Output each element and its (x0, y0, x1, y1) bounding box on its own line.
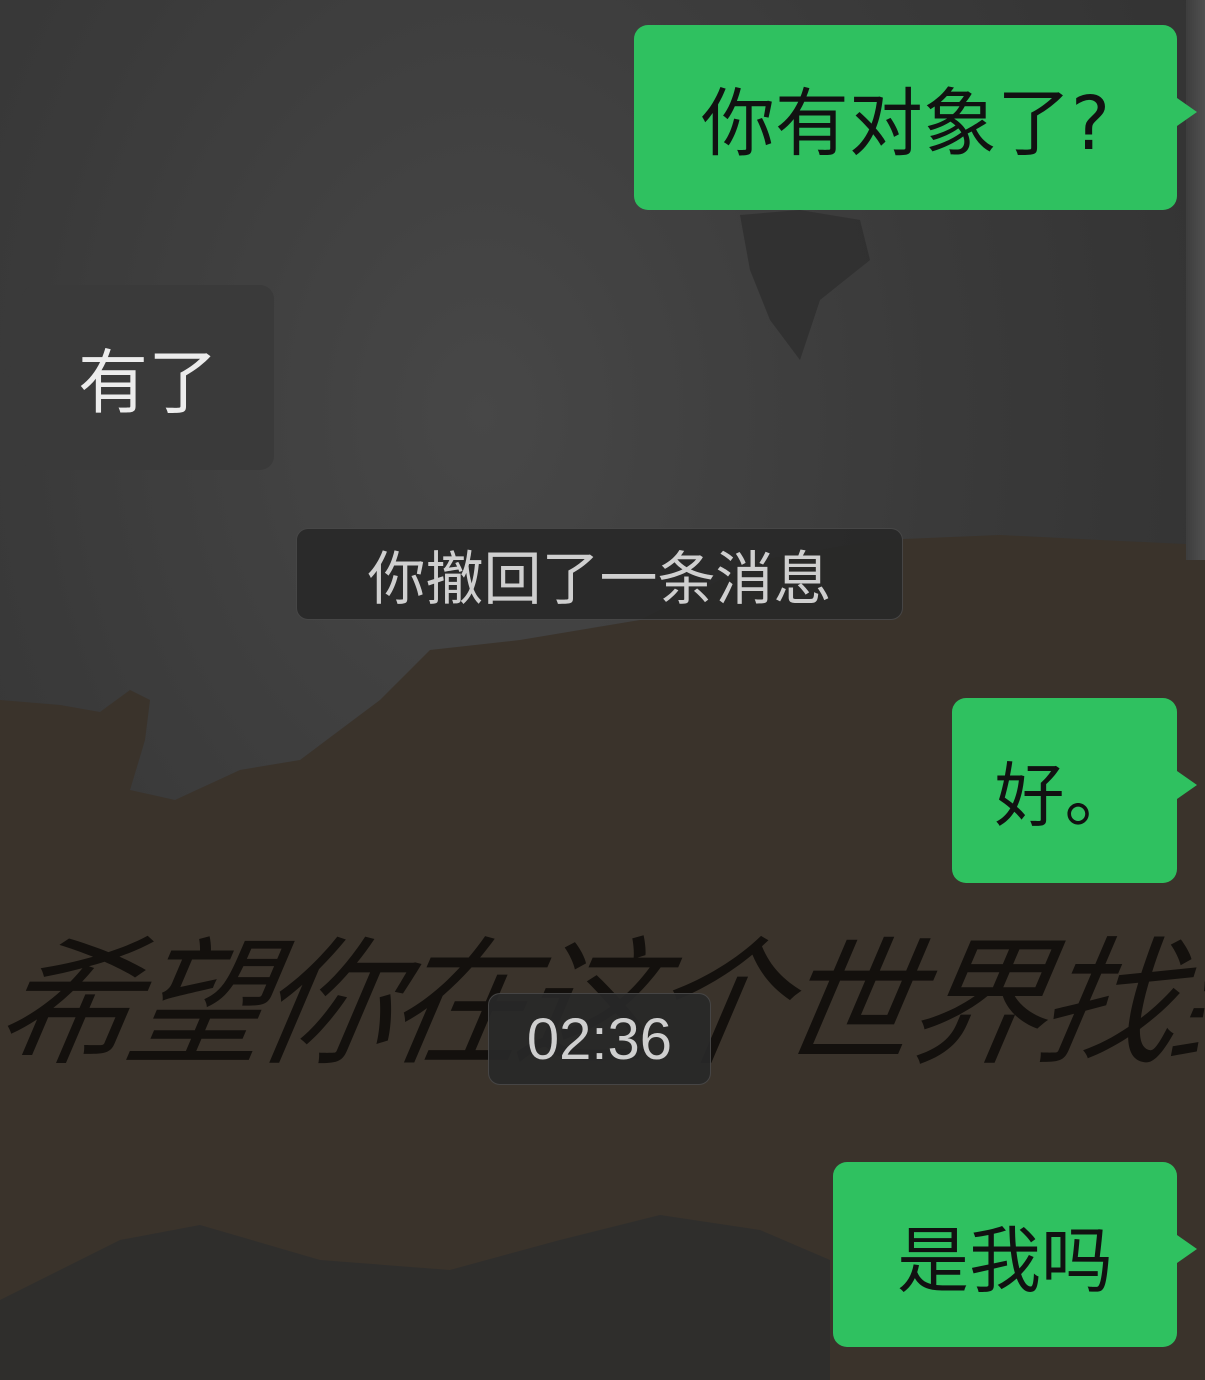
message-text: 好。 (994, 755, 1135, 837)
incoming-message-bubble[interactable]: 有了 (22, 285, 274, 470)
message-text: 你有对象了? (700, 81, 1111, 167)
recalled-message-notice: 你撤回了一条消息 (296, 528, 903, 620)
system-text: 你撤回了一条消息 (367, 545, 832, 613)
message-timestamp: 02:36 (488, 993, 711, 1085)
timestamp-text: 02:36 (526, 1006, 673, 1072)
outgoing-message-bubble[interactable]: 好。 (952, 698, 1177, 883)
bubble-tail (1177, 1235, 1197, 1263)
bubble-tail (1177, 771, 1197, 799)
outgoing-message-bubble[interactable]: 是我吗 (833, 1162, 1177, 1347)
outgoing-message-bubble[interactable]: 你有对象了? (634, 25, 1177, 210)
bubble-tail (1177, 98, 1197, 126)
message-text: 有了 (78, 342, 218, 424)
message-text: 是我吗 (896, 1219, 1113, 1303)
wall-edge (1186, 0, 1205, 560)
bubble-tail (2, 358, 22, 386)
